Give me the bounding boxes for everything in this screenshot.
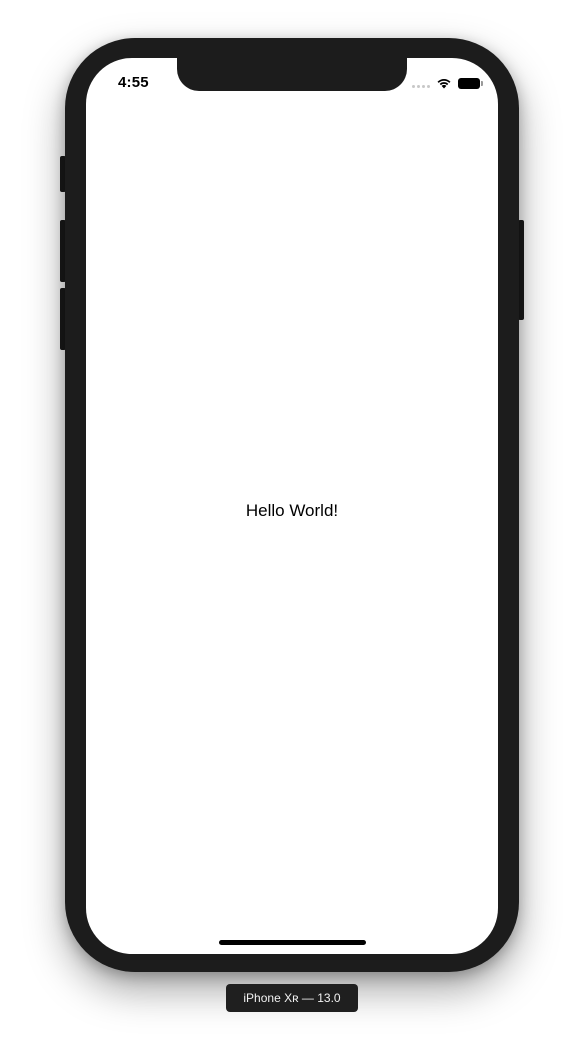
home-indicator[interactable]	[219, 940, 366, 945]
simulator-device-label: iPhone Xʀ — 13.0	[226, 984, 358, 1012]
signal-dots-icon	[412, 78, 430, 88]
wifi-icon	[437, 79, 451, 89]
battery-icon	[458, 77, 483, 89]
status-bar-icons	[412, 76, 483, 90]
status-bar-time: 4:55	[118, 74, 149, 91]
device-screen[interactable]: 4:55 Hello World!	[86, 58, 498, 954]
notch	[177, 58, 407, 91]
hello-world-label: Hello World!	[245, 501, 339, 520]
simulator-stage: 4:55 Hello World! iPhone Xʀ — 13.0	[0, 0, 584, 1048]
